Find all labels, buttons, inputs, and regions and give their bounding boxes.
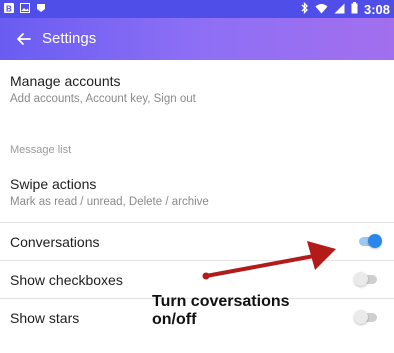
annotation-text: Turn coversations on/off [152,293,290,329]
annotation-arrow-shaft [204,254,316,278]
annotation-line-1: Turn coversations [152,293,290,310]
annotation-arrow-head [307,241,336,270]
annotation-line-2: on/off [152,311,197,328]
